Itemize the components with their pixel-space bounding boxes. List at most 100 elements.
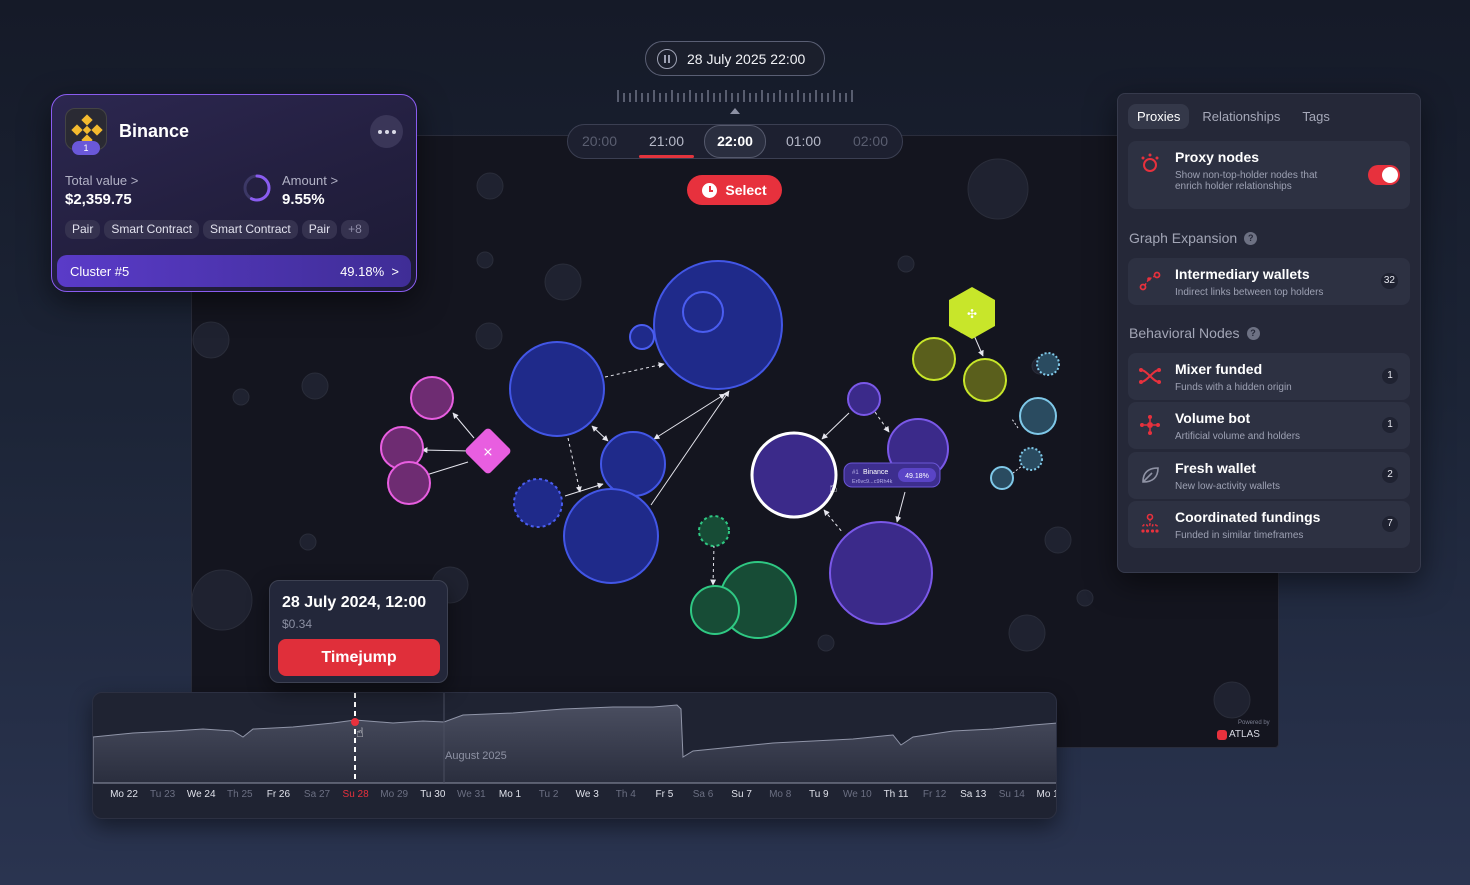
tag[interactable]: Smart Contract bbox=[203, 220, 298, 239]
panel-tabs: Proxies Relationships Tags bbox=[1128, 104, 1339, 129]
day-label[interactable]: Tu 30 bbox=[420, 789, 445, 800]
price-timeline[interactable]: ☝ August 2025 Mo 22 Tu 23 We 24 Th 25 Fr 26 S… bbox=[92, 692, 1057, 819]
mixer-funded-item[interactable]: Mixer funded Funds with a hidden origin … bbox=[1128, 353, 1410, 400]
day-label[interactable]: Su 7 bbox=[731, 789, 752, 800]
hour-option[interactable]: 20:00 bbox=[568, 125, 633, 158]
day-label[interactable]: We 3 bbox=[576, 789, 599, 800]
powered-by-text: Powered by bbox=[1238, 720, 1270, 726]
day-label[interactable]: We 31 bbox=[457, 789, 486, 800]
rank-badge: 1 bbox=[72, 141, 100, 155]
hour-option[interactable]: 21:00 bbox=[633, 125, 700, 158]
help-icon[interactable]: ? bbox=[1244, 231, 1258, 245]
proxy-nodes-item[interactable]: Proxy nodes Show non-top-holder nodes th… bbox=[1128, 141, 1410, 209]
day-label[interactable]: Mo 15 bbox=[1036, 789, 1056, 800]
svg-text:⨯: ⨯ bbox=[483, 444, 494, 459]
lime-cluster[interactable]: ✣ bbox=[912, 287, 1007, 402]
day-label[interactable]: Mo 22 bbox=[110, 789, 138, 800]
tag[interactable]: Smart Contract bbox=[104, 220, 200, 239]
graph-expansion-heading: Graph Expansion? bbox=[1129, 230, 1258, 246]
day-label[interactable]: Sa 13 bbox=[960, 789, 986, 800]
tag[interactable]: Pair bbox=[65, 220, 101, 239]
mixer-icon bbox=[1139, 368, 1161, 384]
hour-selector[interactable]: 20:00 21:00 22:00 01:00 02:00 bbox=[567, 124, 903, 159]
proxy-title: Proxy nodes bbox=[1175, 149, 1260, 165]
price-series bbox=[93, 704, 1056, 784]
more-tags-badge[interactable]: +8 bbox=[341, 220, 369, 239]
volume-bot-item[interactable]: Volume bot Artificial volume and holders… bbox=[1128, 402, 1410, 449]
cluster-bar[interactable]: Cluster #5 49.18% > bbox=[57, 255, 411, 287]
day-label[interactable]: Mo 1 bbox=[499, 789, 521, 800]
day-label[interactable]: Tu 9 bbox=[809, 789, 829, 800]
playback-date: 28 July 2025 22:00 bbox=[687, 50, 806, 67]
day-label[interactable]: Sa 27 bbox=[304, 789, 330, 800]
tab-relationships[interactable]: Relationships bbox=[1193, 104, 1289, 129]
day-label[interactable]: Fr 12 bbox=[923, 789, 946, 800]
proxy-toggle[interactable] bbox=[1368, 165, 1400, 185]
playback-date-pill[interactable]: 28 July 2025 22:00 bbox=[645, 41, 825, 76]
proxy-desc: Show non-top-holder nodes that enrich ho… bbox=[1175, 170, 1318, 192]
pointer-cursor-icon: ☝ bbox=[356, 725, 364, 740]
timejump-button[interactable]: Timejump bbox=[278, 639, 440, 676]
month-label: August 2025 bbox=[445, 750, 507, 762]
item-count: 1 bbox=[1382, 417, 1398, 433]
coordinated-icon bbox=[1141, 513, 1159, 533]
select-button[interactable]: Select bbox=[687, 175, 782, 205]
day-label[interactable]: Th 4 bbox=[616, 789, 636, 800]
tag[interactable]: Pair bbox=[301, 220, 338, 239]
timejump-card: 28 July 2024, 12:00 $0.34 Timejump bbox=[269, 580, 448, 683]
item-title: Volume bot bbox=[1175, 410, 1251, 426]
more-options-icon[interactable] bbox=[370, 115, 403, 148]
day-label[interactable]: Fr 26 bbox=[267, 789, 290, 800]
hour-option[interactable]: 01:00 bbox=[770, 125, 837, 158]
total-value-label[interactable]: Total value > bbox=[65, 173, 138, 188]
tab-tags[interactable]: Tags bbox=[1293, 104, 1338, 129]
item-title: Intermediary wallets bbox=[1175, 266, 1310, 282]
timejump-price: $0.34 bbox=[282, 617, 313, 631]
day-label[interactable]: Th 25 bbox=[227, 789, 253, 800]
svg-text:Binance: Binance bbox=[863, 469, 888, 476]
day-label[interactable]: Su 28 bbox=[343, 789, 369, 800]
day-label[interactable]: We 10 bbox=[843, 789, 872, 800]
fresh-wallet-item[interactable]: Fresh wallet New low-activity wallets 2 bbox=[1128, 452, 1410, 499]
item-count: 2 bbox=[1382, 467, 1398, 483]
day-label[interactable]: Tu 2 bbox=[539, 789, 559, 800]
graph-node-tooltip: #1 Binance Er6vc9...c9Rh4k 49.18% bbox=[843, 462, 941, 488]
token-card[interactable]: 1 Binance Total value > $2,359.75 Amount… bbox=[51, 94, 417, 292]
day-label[interactable]: Mo 8 bbox=[769, 789, 791, 800]
atlas-branding: Powered by ATLAS bbox=[1214, 720, 1274, 744]
coordinated-fundings-item[interactable]: Coordinated fundings Funded in similar t… bbox=[1128, 501, 1410, 548]
svg-text:Er6vc9...c9Rh4k: Er6vc9...c9Rh4k bbox=[852, 479, 893, 485]
day-label[interactable]: Th 11 bbox=[884, 789, 909, 800]
svg-text:✣: ✣ bbox=[967, 307, 977, 321]
pink-cluster[interactable]: ⨯ bbox=[380, 376, 512, 505]
clock-icon bbox=[702, 182, 718, 198]
amount-label[interactable]: Amount > bbox=[282, 173, 338, 188]
help-icon[interactable]: ? bbox=[1246, 326, 1260, 340]
cluster-percent: 49.18% bbox=[340, 263, 385, 279]
item-desc: Funds with a hidden origin bbox=[1175, 382, 1292, 393]
blue-cluster[interactable] bbox=[509, 260, 783, 584]
chevron-right-icon: > bbox=[130, 173, 139, 188]
day-label[interactable]: We 24 bbox=[187, 789, 216, 800]
atlas-logo-icon bbox=[1217, 730, 1227, 740]
pause-icon[interactable] bbox=[657, 48, 677, 69]
green-cluster[interactable] bbox=[690, 515, 797, 639]
intermediary-wallets-item[interactable]: Intermediary wallets Indirect links betw… bbox=[1128, 258, 1410, 305]
day-label[interactable]: Tu 23 bbox=[150, 789, 175, 800]
svg-text:#1: #1 bbox=[852, 470, 859, 476]
proxy-icon bbox=[1141, 153, 1159, 172]
volume-bot-icon bbox=[1140, 415, 1160, 435]
item-count: 7 bbox=[1382, 516, 1398, 532]
hour-option[interactable]: 02:00 bbox=[837, 125, 902, 158]
day-label[interactable]: Su 14 bbox=[999, 789, 1025, 800]
item-desc: Indirect links between top holders bbox=[1175, 287, 1324, 298]
tag-list: Pair Smart Contract Smart Contract Pair … bbox=[65, 220, 369, 239]
day-label[interactable]: Sa 6 bbox=[693, 789, 714, 800]
tab-proxies[interactable]: Proxies bbox=[1128, 104, 1190, 129]
filter-panel: Proxies Relationships Tags Proxy nodes S… bbox=[1117, 93, 1421, 573]
svg-text:49.18%: 49.18% bbox=[905, 473, 929, 480]
day-label[interactable]: Mo 29 bbox=[380, 789, 408, 800]
hour-option-selected[interactable]: 22:00 bbox=[704, 125, 766, 158]
time-scrubber-ticks[interactable] bbox=[615, 88, 855, 104]
day-label[interactable]: Fr 5 bbox=[656, 789, 674, 800]
